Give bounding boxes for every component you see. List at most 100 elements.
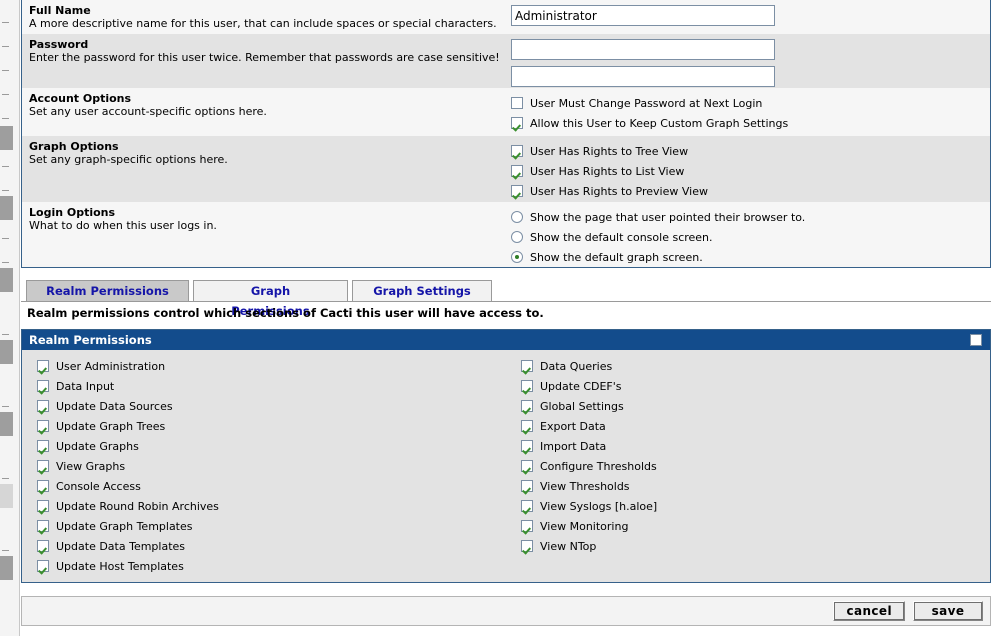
radio-icon[interactable]: [511, 251, 523, 263]
checkbox-option[interactable]: User Has Rights to List View: [511, 161, 984, 181]
permission-label: Data Input: [56, 379, 115, 393]
sidebar-divider: [2, 94, 9, 95]
sidebar-item-block[interactable]: [0, 268, 13, 292]
checkbox-icon[interactable]: [521, 380, 533, 392]
permission-item[interactable]: Global Settings: [521, 396, 990, 416]
permission-label: View Thresholds: [540, 479, 630, 493]
checkbox-icon[interactable]: [37, 480, 49, 492]
checkbox-icon[interactable]: [37, 360, 49, 372]
permission-item[interactable]: Update Graphs: [37, 436, 506, 456]
option-label: Show the page that user pointed their br…: [530, 210, 806, 224]
cancel-button[interactable]: cancel: [833, 601, 905, 621]
save-button[interactable]: save: [913, 601, 983, 621]
checkbox-icon[interactable]: [37, 520, 49, 532]
form-row-label: Account Options Set any user account-spec…: [22, 88, 506, 135]
checkbox-icon[interactable]: [37, 420, 49, 432]
sidebar-item-block[interactable]: [0, 412, 13, 436]
checkbox-icon[interactable]: [521, 460, 533, 472]
radio-option[interactable]: Show the page that user pointed their br…: [511, 207, 984, 227]
password-confirm-input[interactable]: [511, 66, 775, 87]
sidebar-item-block[interactable]: [0, 196, 13, 220]
sidebar-divider: [2, 70, 9, 71]
permission-item[interactable]: View Graphs: [37, 456, 506, 476]
permission-item[interactable]: Update CDEF's: [521, 376, 990, 396]
checkbox-icon[interactable]: [37, 460, 49, 472]
permission-item[interactable]: View Syslogs [h.aloe]: [521, 496, 990, 516]
checkbox-icon[interactable]: [521, 480, 533, 492]
select-all-permissions-checkbox[interactable]: [970, 334, 982, 346]
permission-item[interactable]: View Monitoring: [521, 516, 990, 536]
sidebar-divider: [2, 334, 9, 335]
permission-item[interactable]: Configure Thresholds: [521, 456, 990, 476]
permission-item[interactable]: Data Input: [37, 376, 506, 396]
permission-item[interactable]: Update Graph Trees: [37, 416, 506, 436]
checkbox-icon[interactable]: [511, 117, 523, 129]
sidebar-item-block[interactable]: [0, 556, 13, 580]
checkbox-icon[interactable]: [37, 440, 49, 452]
permission-label: View Monitoring: [540, 519, 629, 533]
password-input[interactable]: [511, 39, 775, 60]
checkbox-icon[interactable]: [37, 400, 49, 412]
checkbox-icon[interactable]: [511, 165, 523, 177]
sidebar-item-block[interactable]: [0, 340, 13, 364]
form-row-control: User Must Change Password at Next Login A…: [506, 88, 990, 135]
radio-option[interactable]: Show the default graph screen.: [511, 247, 984, 267]
checkbox-option[interactable]: User Must Change Password at Next Login: [511, 93, 984, 113]
tab-realm-permissions[interactable]: Realm Permissions: [26, 280, 189, 302]
permission-item[interactable]: View NTop: [521, 536, 990, 556]
full-name-input[interactable]: [511, 5, 775, 26]
sidebar-divider: [2, 166, 9, 167]
permission-item[interactable]: User Administration: [37, 356, 506, 376]
checkbox-icon[interactable]: [511, 185, 523, 197]
permission-item[interactable]: Update Round Robin Archives: [37, 496, 506, 516]
sidebar-divider: [2, 550, 9, 551]
permission-label: Update Data Templates: [56, 539, 186, 553]
option-label: User Has Rights to Preview View: [530, 184, 708, 198]
tab-graph-settings[interactable]: Graph Settings: [352, 280, 492, 302]
form-row-description: Enter the password for this user twice. …: [29, 51, 500, 64]
option-label: User Has Rights to Tree View: [530, 144, 689, 158]
checkbox-icon[interactable]: [521, 520, 533, 532]
checkbox-icon[interactable]: [37, 540, 49, 552]
checkbox-icon[interactable]: [521, 360, 533, 372]
sidebar-item-block[interactable]: [0, 126, 13, 150]
checkbox-icon[interactable]: [521, 400, 533, 412]
form-row-label: Full Name A more descriptive name for thi…: [22, 0, 506, 33]
checkbox-icon[interactable]: [521, 440, 533, 452]
checkbox-icon[interactable]: [511, 145, 523, 157]
checkbox-icon[interactable]: [37, 560, 49, 572]
permission-item[interactable]: View Thresholds: [521, 476, 990, 496]
checkbox-option[interactable]: Allow this User to Keep Custom Graph Set…: [511, 113, 984, 133]
permission-item[interactable]: Console Access: [37, 476, 506, 496]
checkbox-icon[interactable]: [511, 97, 523, 109]
permission-item[interactable]: Update Host Templates: [37, 556, 506, 576]
form-row-title: Password: [29, 38, 89, 51]
checkbox-icon[interactable]: [521, 500, 533, 512]
checkbox-icon[interactable]: [521, 540, 533, 552]
form-row-title: Graph Options: [29, 140, 119, 153]
permission-label: Update CDEF's: [540, 379, 622, 393]
checkbox-icon[interactable]: [37, 500, 49, 512]
checkbox-icon[interactable]: [37, 380, 49, 392]
radio-icon[interactable]: [511, 231, 523, 243]
permission-item[interactable]: Update Data Sources: [37, 396, 506, 416]
form-row: Login Options What to do when this user l…: [22, 202, 990, 264]
permission-item[interactable]: Update Data Templates: [37, 536, 506, 556]
tab-graph-permissions[interactable]: Graph Permissions: [193, 280, 348, 318]
radio-icon[interactable]: [511, 211, 523, 223]
cacti-user-edit-page: Full Name A more descriptive name for thi…: [0, 0, 997, 636]
checkbox-icon[interactable]: [521, 420, 533, 432]
checkbox-option[interactable]: User Has Rights to Preview View: [511, 181, 984, 201]
sidebar-divider: [2, 406, 9, 407]
sidebar-item-block[interactable]: [0, 484, 13, 508]
permission-label: View Graphs: [56, 459, 126, 473]
permission-item[interactable]: Update Graph Templates: [37, 516, 506, 536]
radio-option[interactable]: Show the default console screen.: [511, 227, 984, 247]
permission-item[interactable]: Data Queries: [521, 356, 990, 376]
sidebar-divider: [2, 478, 9, 479]
permissions-left-column: User Administration Data Input Update Data…: [22, 356, 506, 576]
checkbox-option[interactable]: User Has Rights to Tree View: [511, 141, 984, 161]
permission-item[interactable]: Export Data: [521, 416, 990, 436]
permission-label: Update Round Robin Archives: [56, 499, 219, 513]
permission-item[interactable]: Import Data: [521, 436, 990, 456]
